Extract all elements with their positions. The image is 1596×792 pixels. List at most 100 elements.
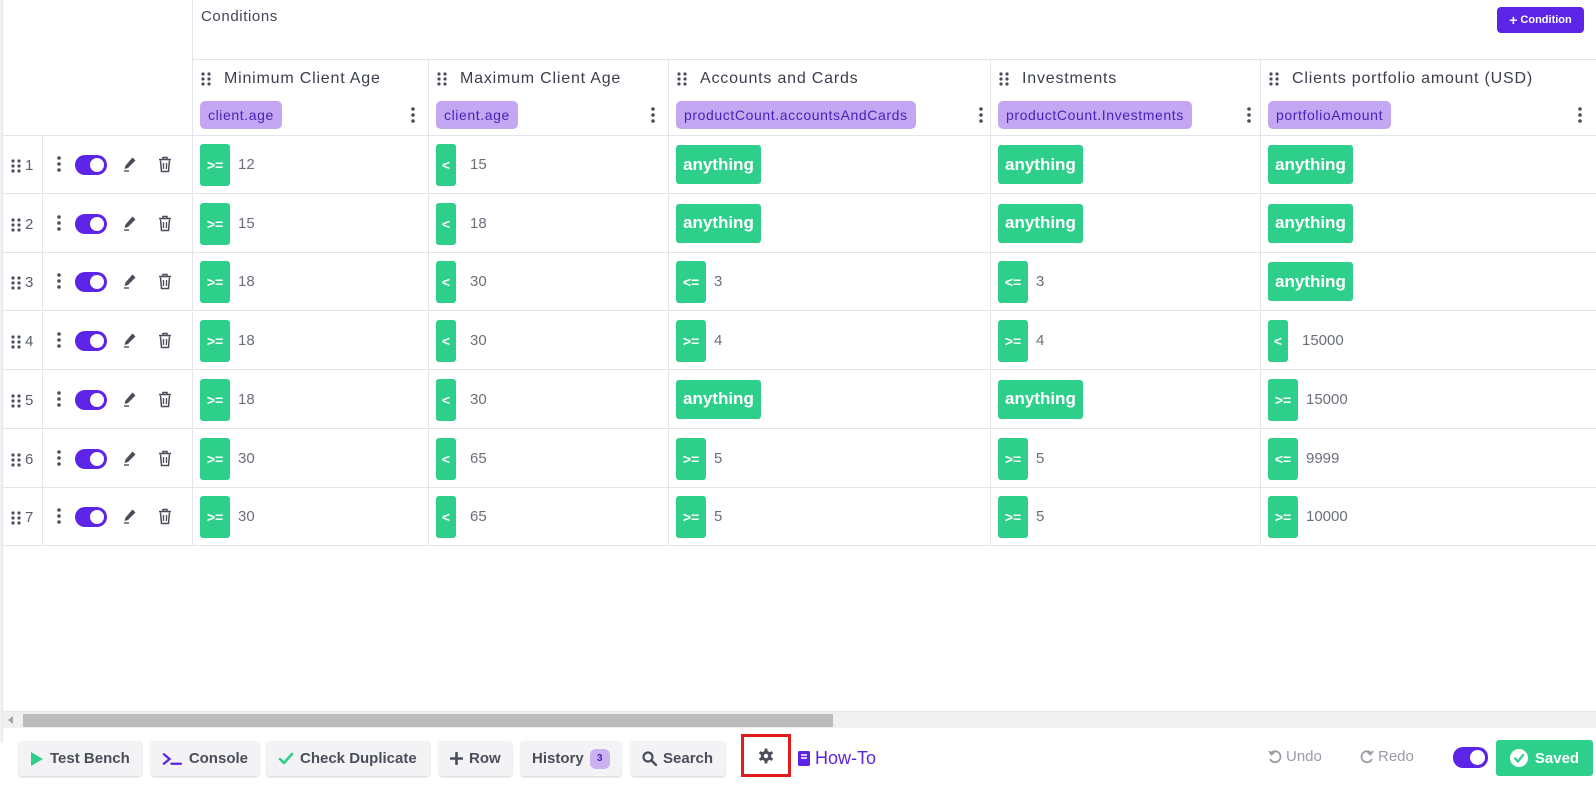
condition-cell[interactable]: anything bbox=[668, 194, 990, 252]
operator-badge[interactable]: anything bbox=[676, 145, 761, 184]
condition-value[interactable]: 5 bbox=[714, 508, 722, 525]
pencil-icon[interactable] bbox=[123, 156, 137, 177]
operator-badge[interactable]: <= bbox=[676, 261, 706, 304]
kebab-icon[interactable] bbox=[57, 508, 61, 529]
kebab-icon[interactable] bbox=[57, 449, 61, 471]
condition-cell[interactable]: >= 4 bbox=[990, 312, 1260, 370]
condition-value[interactable]: 18 bbox=[470, 215, 487, 232]
condition-cell[interactable]: anything bbox=[990, 194, 1260, 252]
condition-cell[interactable]: >= 15000 bbox=[1260, 370, 1596, 428]
operator-badge[interactable]: anything bbox=[998, 203, 1083, 243]
kebab-icon[interactable] bbox=[57, 390, 61, 412]
operator-badge[interactable]: < bbox=[436, 496, 456, 539]
condition-value[interactable]: 5 bbox=[1036, 450, 1044, 467]
test-bench-button[interactable]: Test Bench bbox=[19, 741, 142, 776]
row-enable-toggle[interactable] bbox=[75, 213, 107, 234]
condition-cell[interactable]: >= 5 bbox=[990, 429, 1260, 487]
drag-handle-icon[interactable] bbox=[11, 335, 21, 354]
condition-value[interactable]: 3 bbox=[714, 273, 722, 290]
operator-badge[interactable]: < bbox=[436, 378, 456, 421]
condition-cell[interactable]: <65 bbox=[428, 488, 668, 546]
row-enable-toggle[interactable] bbox=[75, 507, 107, 528]
trash-icon[interactable] bbox=[158, 450, 172, 472]
condition-value[interactable]: 18 bbox=[238, 273, 255, 290]
condition-cell[interactable]: anything bbox=[1260, 253, 1596, 311]
drag-handle-icon[interactable] bbox=[677, 72, 687, 91]
kebab-icon[interactable] bbox=[57, 273, 61, 294]
drag-handle-icon[interactable] bbox=[11, 511, 21, 530]
drag-handle-icon[interactable] bbox=[11, 159, 21, 178]
trash-icon[interactable] bbox=[158, 332, 172, 354]
condition-cell[interactable]: anything bbox=[668, 370, 990, 428]
add-condition-button[interactable]: + Condition bbox=[1497, 7, 1584, 33]
drag-handle-icon[interactable] bbox=[201, 72, 211, 91]
operator-badge[interactable]: <= bbox=[998, 261, 1028, 304]
condition-cell[interactable]: <65 bbox=[428, 429, 668, 487]
condition-cell[interactable]: >= 12 bbox=[192, 136, 428, 193]
column-expression-chip[interactable]: portfolioAmount bbox=[1268, 101, 1392, 129]
operator-badge[interactable]: >= bbox=[200, 378, 230, 421]
condition-value[interactable]: 5 bbox=[1036, 508, 1044, 525]
drag-handle-icon[interactable] bbox=[1269, 72, 1279, 91]
operator-badge[interactable]: >= bbox=[200, 496, 230, 539]
operator-badge[interactable]: >= bbox=[200, 320, 230, 363]
column-expression-chip[interactable]: client.age bbox=[436, 101, 518, 129]
condition-value[interactable]: 15000 bbox=[1302, 332, 1344, 349]
condition-value[interactable]: 30 bbox=[470, 273, 487, 290]
operator-badge[interactable]: >= bbox=[998, 437, 1028, 480]
drag-handle-icon[interactable] bbox=[11, 452, 21, 472]
row-enable-toggle[interactable] bbox=[75, 155, 107, 175]
operator-badge[interactable]: < bbox=[436, 202, 456, 245]
condition-cell[interactable]: <= 3 bbox=[990, 253, 1260, 311]
condition-value[interactable]: 65 bbox=[470, 508, 487, 525]
condition-value[interactable]: 30 bbox=[238, 450, 255, 467]
scrollbar-thumb[interactable] bbox=[23, 714, 833, 727]
operator-badge[interactable]: >= bbox=[676, 320, 706, 363]
row-enable-toggle[interactable] bbox=[75, 272, 107, 293]
condition-cell[interactable]: >= 15 bbox=[192, 194, 428, 252]
operator-badge[interactable]: anything bbox=[1268, 203, 1353, 243]
kebab-icon[interactable] bbox=[57, 214, 61, 236]
condition-cell[interactable]: >= 18 bbox=[192, 312, 428, 370]
condition-cell[interactable]: >= 4 bbox=[668, 312, 990, 370]
kebab-icon[interactable] bbox=[57, 332, 61, 353]
condition-cell[interactable]: >= 10000 bbox=[1260, 488, 1596, 546]
condition-value[interactable]: 15000 bbox=[1306, 391, 1348, 408]
operator-badge[interactable]: >= bbox=[676, 496, 706, 539]
condition-cell[interactable]: >= 5 bbox=[990, 488, 1260, 546]
undo-button[interactable]: Undo bbox=[1268, 748, 1322, 765]
column-expression-chip[interactable]: productCount.accountsAndCards bbox=[676, 101, 916, 129]
operator-badge[interactable]: >= bbox=[998, 496, 1028, 539]
condition-cell[interactable]: anything bbox=[1260, 194, 1596, 252]
condition-cell[interactable]: anything bbox=[990, 370, 1260, 428]
autosave-toggle[interactable] bbox=[1453, 747, 1488, 768]
add-row-button[interactable]: Row bbox=[439, 741, 512, 776]
condition-cell[interactable]: >= 30 bbox=[192, 488, 428, 546]
condition-value[interactable]: 15 bbox=[238, 215, 255, 232]
console-button[interactable]: Console bbox=[151, 741, 259, 776]
condition-value[interactable]: 65 bbox=[470, 450, 487, 467]
operator-badge[interactable]: anything bbox=[676, 379, 761, 419]
condition-cell[interactable]: anything bbox=[1260, 136, 1596, 193]
pencil-icon[interactable] bbox=[123, 273, 137, 294]
condition-cell[interactable]: anything bbox=[990, 136, 1260, 193]
condition-value[interactable]: 12 bbox=[238, 156, 255, 173]
operator-badge[interactable]: anything bbox=[1268, 145, 1353, 184]
check-duplicate-button[interactable]: Check Duplicate bbox=[267, 741, 430, 776]
pencil-icon[interactable] bbox=[123, 450, 137, 471]
kebab-icon[interactable] bbox=[411, 107, 415, 128]
row-enable-toggle[interactable] bbox=[75, 448, 107, 469]
settings-button[interactable] bbox=[741, 734, 791, 777]
operator-badge[interactable]: < bbox=[436, 437, 456, 480]
trash-icon[interactable] bbox=[158, 391, 172, 413]
kebab-icon[interactable] bbox=[1578, 107, 1582, 128]
column-expression-chip[interactable]: productCount.Investments bbox=[998, 101, 1192, 129]
operator-badge[interactable]: >= bbox=[998, 320, 1028, 363]
condition-value[interactable]: 18 bbox=[238, 332, 255, 349]
pencil-icon[interactable] bbox=[123, 215, 137, 236]
condition-value[interactable]: 30 bbox=[470, 391, 487, 408]
row-enable-toggle[interactable] bbox=[75, 331, 107, 352]
condition-cell[interactable]: <30 bbox=[428, 312, 668, 370]
drag-handle-icon[interactable] bbox=[11, 218, 21, 237]
operator-badge[interactable]: < bbox=[436, 144, 456, 186]
